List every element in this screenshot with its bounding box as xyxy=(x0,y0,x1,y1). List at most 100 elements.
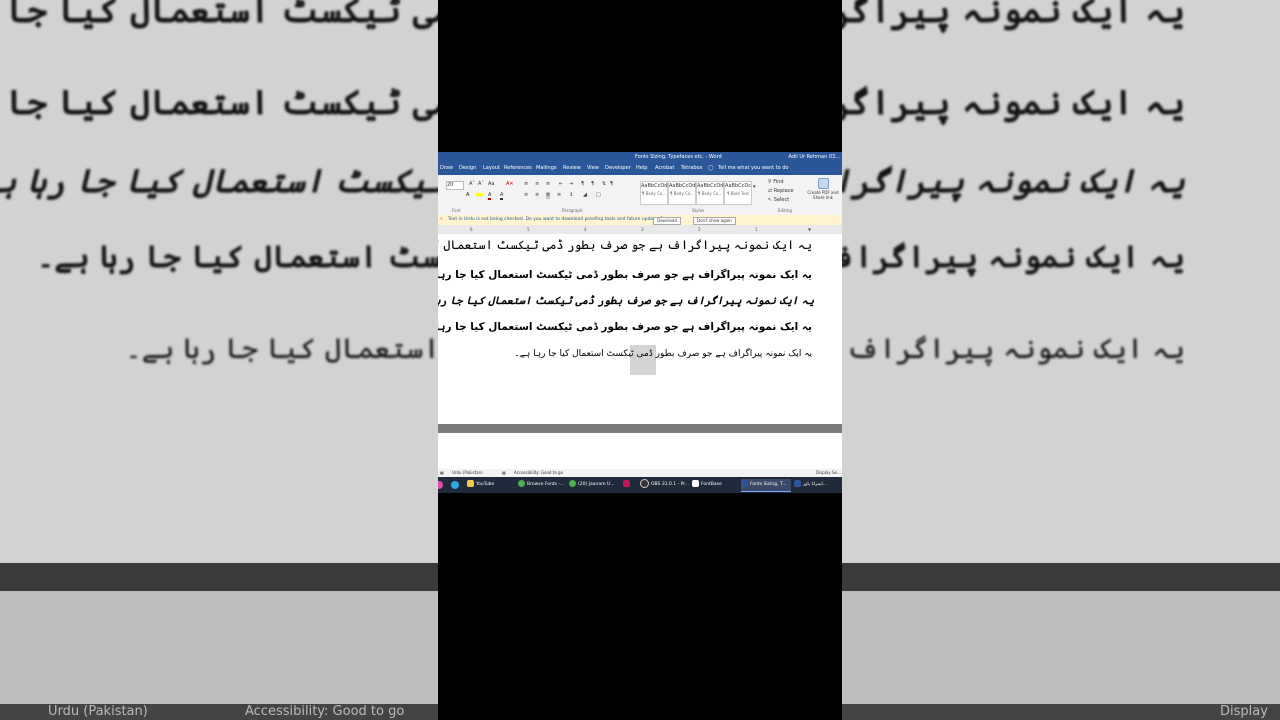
tab-acrobat[interactable]: Acrobat xyxy=(655,162,674,175)
decrease-indent-icon[interactable]: ⇤ xyxy=(559,181,563,188)
ruler-tick: 4 xyxy=(584,227,587,232)
ribbon: 20 Aˆ Aˇ Aa A✕ A A A ≡ ≡ ≡ ⇤ ⇥ ¶ ¶ ⇅ ¶ ≡… xyxy=(438,175,842,216)
fontbase-icon xyxy=(692,480,699,487)
video-frame: Fonts Sizing, Typefaces etc. - Word Adil… xyxy=(438,0,842,720)
tab-tetrabox[interactable]: Tetrabox xyxy=(681,162,702,175)
align-right-icon[interactable]: ≡ xyxy=(546,192,551,199)
tab-design[interactable]: Design xyxy=(459,162,476,175)
paragraph-1[interactable]: یہ ایک نمونہ پیراگراف ہے جو صرف بطور ڈمی… xyxy=(438,238,812,252)
page-gap xyxy=(438,424,842,433)
group-styles-label: Styles xyxy=(692,208,705,213)
style-preview: AaBbCcDdI xyxy=(669,183,697,189)
taskbar-item-word[interactable]: Fonts Sizing, T... xyxy=(741,479,791,492)
taskbar-item-browse-fonts[interactable]: Browse Fonts -... xyxy=(518,479,566,491)
window-title: Fonts Sizing, Typefaces etc. - Word xyxy=(635,154,722,160)
tab-mailings[interactable]: Mailings xyxy=(536,162,557,175)
paragraph-4[interactable]: یہ ایک نمونہ پیراگراف ہے جو صرف بطور ڈمی… xyxy=(438,321,812,333)
align-left-icon[interactable]: ≡ xyxy=(524,192,528,199)
document-page[interactable]: یہ ایک نمونہ پیراگراف ہے جو صرف بطور ڈمی… xyxy=(438,234,842,424)
chrome-icon xyxy=(569,480,576,487)
word-icon xyxy=(741,480,748,487)
obs-icon xyxy=(640,479,649,488)
app-icon[interactable] xyxy=(438,481,443,489)
edge-icon[interactable] xyxy=(451,481,459,489)
document-page-2[interactable] xyxy=(438,433,842,469)
dont-show-again-button[interactable]: Don't show again xyxy=(693,217,736,225)
style-preview: AaBbCcDdI xyxy=(641,183,669,189)
para-shading-icon[interactable]: ◢ xyxy=(583,192,587,199)
group-font-label: Font xyxy=(452,208,461,213)
clear-formatting-icon[interactable]: A✕ xyxy=(506,181,514,188)
shrink-font-icon[interactable]: Aˇ xyxy=(478,181,484,188)
rtl-icon[interactable]: ¶ xyxy=(591,181,594,188)
sort-icon[interactable]: ⇅ xyxy=(602,181,606,188)
app-icon xyxy=(623,480,630,487)
ruler-tick: 1 xyxy=(755,227,758,232)
tab-layout[interactable]: Layout xyxy=(483,162,500,175)
status-language[interactable]: Urdu (Pakistan) xyxy=(452,469,483,477)
paragraph-5[interactable]: یہ ایک نمونہ پیراگراف ہے جو صرف بطور ڈمی… xyxy=(514,349,812,359)
bg-status-display: Display Se xyxy=(1220,704,1268,719)
taskbar-item-other[interactable]: ایمرلڈ پاور... xyxy=(794,479,842,491)
replace-button[interactable]: ⇄ Replace xyxy=(768,188,794,195)
justify-icon[interactable]: ≡ xyxy=(557,192,561,199)
tab-help[interactable]: Help xyxy=(636,162,647,175)
status-display-settings[interactable]: Display Se... xyxy=(816,469,841,477)
shading-icon[interactable]: A xyxy=(500,192,504,200)
style-preview: AaBbCcDc xyxy=(725,183,751,189)
create-pdf-button[interactable]: Create PDF and Share link xyxy=(806,178,840,206)
tab-draw[interactable]: Draw xyxy=(440,162,453,175)
show-marks-icon[interactable]: ¶ xyxy=(610,181,613,188)
status-accessibility[interactable]: Accessibility: Good to go xyxy=(514,469,563,477)
indent-marker-icon[interactable]: ▼ xyxy=(808,225,811,234)
word-window: Fonts Sizing, Typefaces etc. - Word Adil… xyxy=(438,152,842,493)
message-text: Text in Urdu is not being checked. Do yo… xyxy=(448,217,663,222)
download-button[interactable]: Download xyxy=(653,217,681,225)
paragraph-3[interactable]: یہ ایک نمونہ پیراگراف ہے جو صرف بطور ڈمی… xyxy=(438,295,814,307)
change-case-icon[interactable]: Aa xyxy=(488,181,494,188)
align-center-icon[interactable]: ≡ xyxy=(535,192,539,199)
taskbar-item-youtube[interactable]: YouTube xyxy=(467,479,514,491)
style-name: ¶ Bold Text xyxy=(726,191,750,196)
font-color-icon[interactable]: A xyxy=(488,192,492,200)
find-button[interactable]: ⚲ Find xyxy=(768,179,784,186)
text-effects-icon[interactable]: A xyxy=(466,192,469,199)
style-body-3[interactable]: AaBbCcDdI ¶ Body Co... xyxy=(696,181,725,205)
tell-me-search[interactable]: Tell me what you want to do xyxy=(718,162,789,175)
grow-font-icon[interactable]: Aˆ xyxy=(469,181,475,188)
tab-developer[interactable]: Developer xyxy=(605,162,631,175)
line-spacing-icon[interactable]: ↕ xyxy=(569,192,573,199)
borders-icon[interactable]: □ xyxy=(596,192,601,199)
highlight-icon[interactable] xyxy=(476,192,483,199)
group-paragraph-label: Paragraph xyxy=(562,208,583,213)
word-icon xyxy=(794,480,801,487)
font-size-box[interactable]: 20 xyxy=(446,181,464,190)
warning-icon: ⚠ xyxy=(439,217,444,222)
paragraph-2[interactable]: یہ ایک نمونہ پیراگراف ہے جو صرف بطور ڈمی… xyxy=(438,269,812,281)
style-bold-text[interactable]: AaBbCcDc ¶ Bold Text xyxy=(724,181,752,205)
ltr-icon[interactable]: ¶ xyxy=(581,181,584,188)
style-preview: AaBbCcDdI xyxy=(697,183,725,189)
multilevel-list-icon[interactable]: ≡ xyxy=(546,181,550,188)
select-button[interactable]: ↖ Select xyxy=(768,197,789,204)
styles-more-icon[interactable]: ▾ xyxy=(753,184,756,191)
tab-view[interactable]: View xyxy=(587,162,599,175)
bg-status-language: Urdu (Pakistan) xyxy=(48,704,148,719)
ruler-tick: 3 xyxy=(641,227,644,232)
style-name: ¶ Body Co... xyxy=(641,191,667,196)
taskbar-item-app[interactable] xyxy=(623,479,635,491)
style-body-2[interactable]: AaBbCcDdI ¶ Body Co... xyxy=(668,181,697,205)
bg-status-accessibility: Accessibility: Good to go xyxy=(245,704,405,719)
macro-icon[interactable]: ▦ xyxy=(502,469,506,477)
bullets-icon[interactable]: ≡ xyxy=(524,181,528,188)
style-body-1[interactable]: AaBbCcDdI ¶ Body Co... xyxy=(640,181,669,205)
numbering-icon[interactable]: ≡ xyxy=(535,181,539,188)
tab-references[interactable]: References xyxy=(504,162,532,175)
lightbulb-icon: ◯ xyxy=(708,165,714,171)
increase-indent-icon[interactable]: ⇥ xyxy=(569,181,573,188)
tab-review[interactable]: Review xyxy=(563,162,581,175)
taskbar-item-jaanam[interactable]: (20) Jaanam U... xyxy=(569,479,619,491)
user-name[interactable]: Adil Ur Rehman 03... xyxy=(789,152,841,162)
taskbar-item-fontbase[interactable]: FontBase xyxy=(692,479,737,491)
taskbar-item-obs[interactable]: OBS 31.0.1 - Pr... xyxy=(640,479,690,491)
